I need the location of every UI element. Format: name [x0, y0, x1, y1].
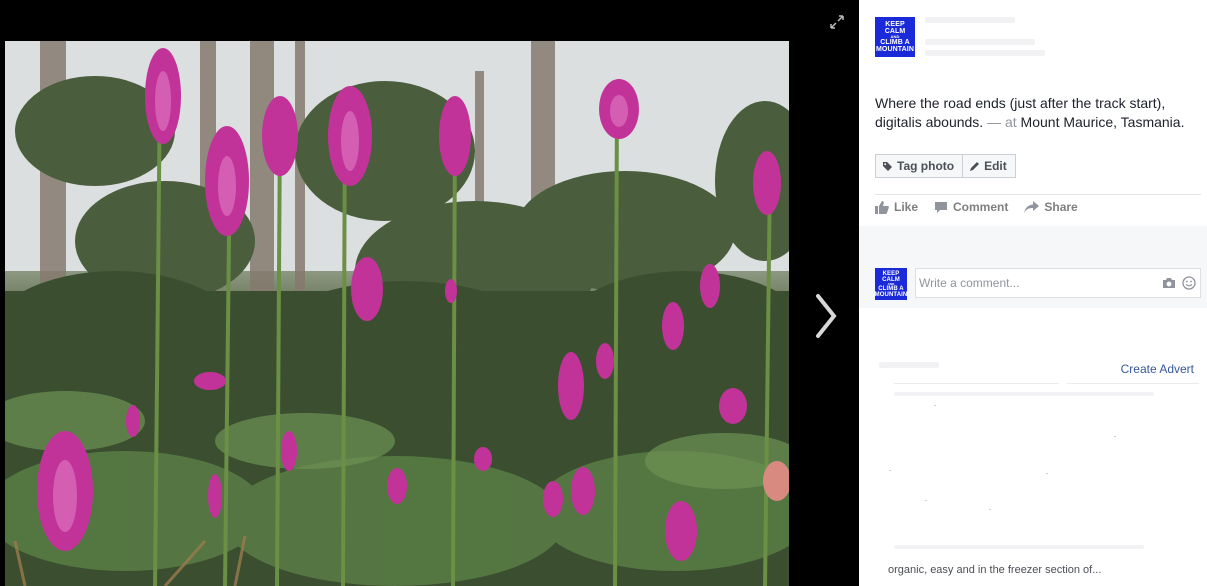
like-button[interactable]: Like — [875, 200, 918, 214]
tag-photo-label: Tag photo — [897, 159, 955, 173]
action-bar: Like Comment Share — [875, 200, 1094, 214]
speck — [925, 500, 927, 501]
photo-button-group: Tag photo Edit — [875, 154, 1016, 178]
speck — [934, 405, 936, 406]
ads-heading-blur — [879, 362, 939, 368]
post-caption: Where the road ends (just after the trac… — [875, 94, 1200, 132]
share-button[interactable]: Share — [1024, 200, 1078, 214]
like-label: Like — [894, 200, 919, 214]
photo-image — [5, 41, 789, 586]
share-icon — [1024, 201, 1040, 213]
avatar-line: CLIMB A — [880, 39, 910, 46]
create-advert-link[interactable]: Create Advert — [1121, 362, 1194, 376]
ad-desc-blur — [894, 545, 1144, 549]
pencil-icon — [970, 161, 980, 171]
avatar-line: KEEP — [885, 21, 905, 28]
comment-composer[interactable] — [915, 268, 1201, 298]
tag-icon — [883, 161, 892, 171]
ad-description[interactable]: organic, easy and in the freezer section… — [888, 564, 1188, 576]
ad-rule — [1067, 383, 1199, 384]
ad-title-blur — [894, 392, 1154, 396]
edit-label: Edit — [984, 159, 1007, 173]
comment-icon — [935, 201, 948, 213]
camera-icon[interactable] — [1162, 277, 1176, 289]
chevron-right-icon[interactable] — [808, 290, 844, 342]
author-name-blur — [925, 17, 1015, 23]
post-meta-blur — [925, 50, 1045, 56]
comment-button[interactable]: Comment — [934, 200, 1008, 214]
edit-button[interactable]: Edit — [963, 154, 1016, 178]
thumbs-up-icon — [875, 200, 889, 214]
emoji-icon[interactable] — [1182, 276, 1196, 290]
commenter-avatar[interactable]: KEEP CALM AND CLIMB A MOUNTAIN — [875, 268, 907, 300]
avatar-line: MOUNTAIN — [874, 291, 908, 298]
location-end: . — [1180, 114, 1185, 130]
divider — [875, 194, 1201, 195]
avatar-line: MOUNTAIN — [876, 46, 914, 53]
photo-stage — [0, 0, 859, 586]
speck — [1114, 436, 1116, 437]
speck — [1046, 473, 1048, 474]
location-separator: — at — [983, 114, 1021, 130]
speck — [989, 509, 991, 510]
photo — [5, 41, 789, 586]
share-label: Share — [1044, 200, 1078, 214]
comment-input[interactable] — [919, 270, 1139, 296]
speck — [889, 470, 891, 471]
avatar[interactable]: KEEP CALM AND CLIMB A MOUNTAIN — [875, 17, 915, 57]
comment-label: Comment — [953, 200, 1009, 214]
ad-rule — [894, 383, 1059, 384]
details-panel: KEEP CALM AND CLIMB A MOUNTAIN Where the… — [859, 0, 1207, 586]
tag-photo-button[interactable]: Tag photo — [875, 154, 964, 178]
post-date-blur — [925, 39, 1035, 45]
expand-icon[interactable] — [830, 15, 844, 29]
location-link[interactable]: Mount Maurice, Tasmania — [1021, 114, 1181, 130]
